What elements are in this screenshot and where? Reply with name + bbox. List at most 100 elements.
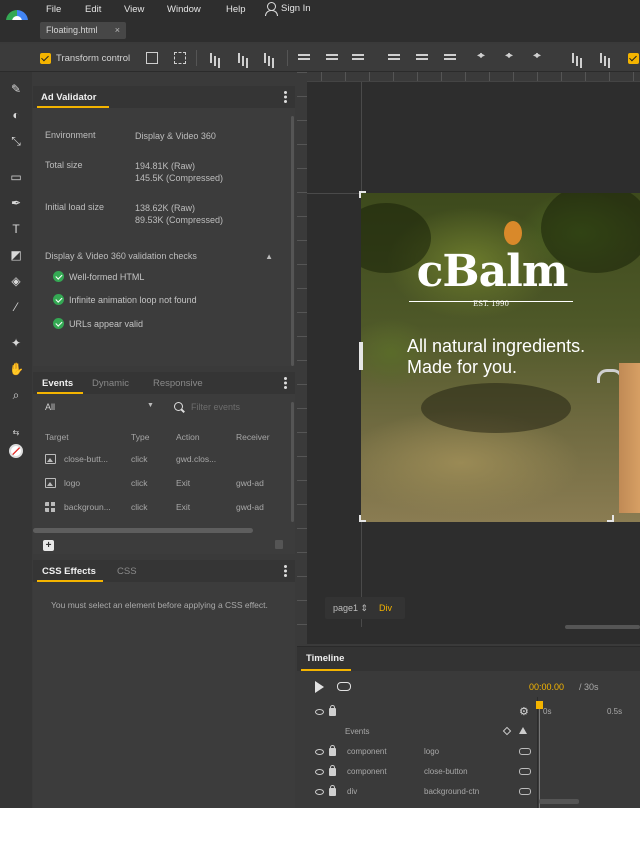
- stage-canvas[interactable]: cBalm EST. 1990 All natural ingredients.…: [297, 72, 640, 644]
- chevron-up-icon[interactable]: ▲: [265, 252, 273, 261]
- align-bottom-icon[interactable]: [352, 52, 364, 64]
- distribute-top-icon[interactable]: [388, 52, 400, 64]
- selection-handle[interactable]: [359, 515, 366, 522]
- vertical-ruler[interactable]: [297, 72, 307, 644]
- event-filter-select[interactable]: All: [45, 402, 55, 412]
- distribute-center-icon[interactable]: [505, 50, 518, 64]
- flip-horizontal-icon[interactable]: [570, 52, 582, 64]
- current-time[interactable]: 00:00.00: [529, 682, 564, 692]
- page-selector[interactable]: page1 ⇕ Div: [325, 597, 405, 619]
- link-icon[interactable]: [519, 748, 531, 755]
- environment-value: Display & Video 360: [135, 131, 216, 141]
- events-scrollbar[interactable]: [291, 402, 294, 522]
- distribute-right-icon[interactable]: [533, 50, 546, 64]
- align-middle-icon[interactable]: [326, 52, 338, 64]
- menu-edit[interactable]: Edit: [85, 4, 101, 15]
- zoom-tool-icon[interactable]: ⌕: [9, 388, 23, 402]
- 3d-translation-tool-icon[interactable]: ⤡: [9, 134, 23, 148]
- selection-handle[interactable]: [359, 191, 366, 198]
- timeline-header: Timeline: [297, 647, 640, 671]
- add-event-button[interactable]: +: [43, 540, 54, 551]
- shape-tool-icon[interactable]: ◩: [9, 248, 23, 262]
- selection-handle[interactable]: [359, 342, 363, 370]
- stage-horizontal-scrollbar[interactable]: [565, 625, 640, 629]
- chevron-down-icon[interactable]: ▼: [147, 402, 154, 409]
- loop-icon[interactable]: [337, 682, 351, 691]
- sign-in-button[interactable]: Sign In: [264, 2, 311, 16]
- fill-color-swatch-icon[interactable]: [9, 444, 23, 458]
- tab-responsive[interactable]: Responsive: [153, 378, 203, 389]
- eye-icon[interactable]: [315, 749, 324, 755]
- eye-icon[interactable]: [315, 769, 324, 775]
- tab-css-effects[interactable]: CSS Effects: [42, 566, 96, 577]
- lock-icon[interactable]: [329, 785, 336, 796]
- eye-icon[interactable]: [315, 709, 324, 715]
- transform-control-checkbox[interactable]: [40, 53, 51, 64]
- timeline-scrollbar[interactable]: [539, 799, 579, 804]
- distribute-middle-icon[interactable]: [416, 52, 428, 64]
- document-tab[interactable]: Floating.html ×: [40, 22, 126, 39]
- playhead[interactable]: [539, 701, 540, 808]
- pen-path-tool-icon[interactable]: ✒: [9, 196, 23, 210]
- ad-validator-panel: Ad Validator Environment Display & Video…: [33, 86, 295, 366]
- crop-icon[interactable]: [146, 52, 158, 64]
- duration: / 30s: [579, 682, 599, 692]
- more-options-icon[interactable]: [284, 565, 287, 577]
- link-icon[interactable]: [519, 788, 531, 795]
- timeline-layer-row[interactable]: div background-ctn: [297, 783, 640, 803]
- events-horizontal-scrollbar[interactable]: [33, 528, 253, 533]
- eye-icon[interactable]: [315, 789, 324, 795]
- more-options-icon[interactable]: [284, 377, 287, 389]
- lock-icon[interactable]: [329, 745, 336, 756]
- trash-icon[interactable]: [275, 540, 283, 549]
- lock-icon[interactable]: [329, 705, 336, 716]
- menu-view[interactable]: View: [124, 4, 144, 15]
- tab-events[interactable]: Events: [42, 378, 73, 389]
- distribute-bottom-icon[interactable]: [444, 52, 456, 64]
- playhead-handle[interactable]: [536, 701, 543, 709]
- stroke-tool-icon[interactable]: ✦: [9, 336, 23, 350]
- add-keyframe-icon[interactable]: [502, 726, 512, 736]
- validator-scrollbar[interactable]: [291, 116, 294, 366]
- align-center-icon[interactable]: [236, 52, 248, 64]
- validation-checks-title[interactable]: Display & Video 360 validation checks: [45, 251, 197, 261]
- menu-file[interactable]: File: [46, 4, 61, 15]
- align-left-icon[interactable]: [208, 52, 220, 64]
- lock-icon[interactable]: [329, 765, 336, 776]
- relative-to-stage-checkbox[interactable]: [628, 53, 639, 64]
- color-picker-tool-icon[interactable]: ⁄: [9, 300, 23, 314]
- tab-dynamic[interactable]: Dynamic: [92, 378, 129, 389]
- selected-element-label[interactable]: Div: [379, 603, 392, 613]
- ad-logo[interactable]: cBalm: [407, 249, 577, 295]
- selection-handle[interactable]: [607, 515, 614, 522]
- ad-validator-title[interactable]: Ad Validator: [41, 92, 96, 103]
- tab-css[interactable]: CSS: [117, 566, 137, 577]
- timeline-title[interactable]: Timeline: [306, 653, 344, 664]
- tag-tool-icon[interactable]: ▭: [9, 170, 23, 184]
- group-icon[interactable]: [174, 52, 186, 64]
- timeline-layer-row[interactable]: component logo: [297, 743, 640, 763]
- align-right-icon[interactable]: [262, 52, 274, 64]
- menu-window[interactable]: Window: [167, 4, 201, 15]
- link-icon[interactable]: [519, 768, 531, 775]
- ad-creative[interactable]: cBalm EST. 1990 All natural ingredients.…: [361, 193, 640, 522]
- close-tab-icon[interactable]: ×: [115, 25, 120, 35]
- filter-events-input[interactable]: Filter events: [191, 402, 240, 412]
- fill-tool-icon[interactable]: ◈: [9, 274, 23, 288]
- timeline-layer-row[interactable]: component close-button: [297, 763, 640, 783]
- swap-colors-icon[interactable]: ⇆: [9, 426, 23, 440]
- pen-tool-icon[interactable]: ✎: [9, 82, 23, 96]
- menu-help[interactable]: Help: [226, 4, 246, 15]
- horizontal-ruler[interactable]: [297, 72, 640, 82]
- add-event-marker-icon[interactable]: [519, 727, 527, 734]
- text-tool-icon[interactable]: T: [9, 222, 23, 236]
- more-options-icon[interactable]: [284, 91, 287, 103]
- flip-vertical-icon[interactable]: [598, 52, 610, 64]
- align-top-icon[interactable]: [298, 52, 310, 64]
- play-icon[interactable]: [315, 681, 324, 693]
- gear-icon[interactable]: ⚙: [519, 705, 529, 718]
- 3d-rotation-tool-icon[interactable]: ◐: [9, 108, 23, 122]
- timeline-divider[interactable]: [537, 697, 538, 808]
- distribute-horizontal-icon[interactable]: [477, 50, 490, 64]
- hand-tool-icon[interactable]: ✋: [9, 362, 24, 376]
